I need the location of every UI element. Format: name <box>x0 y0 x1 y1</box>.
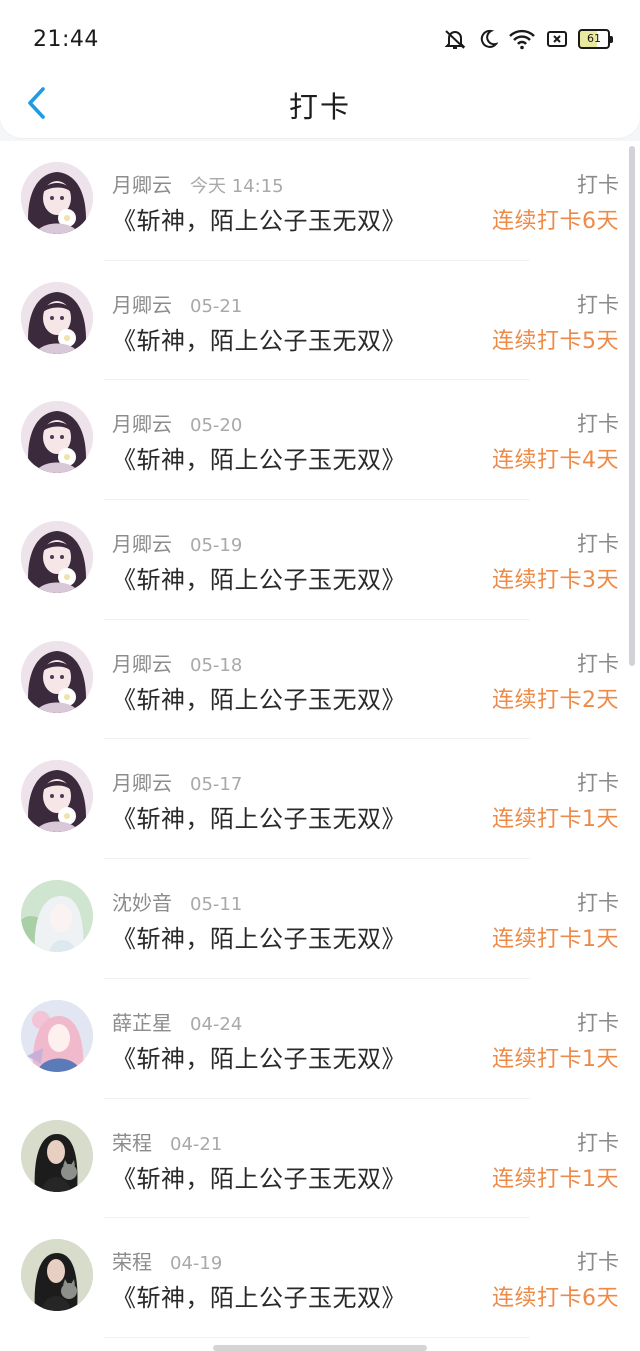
user-name[interactable]: 月卿云 <box>112 532 172 556</box>
checkin-action: 打卡 <box>577 532 619 557</box>
checkin-row[interactable]: 荣程 04-21 《斩神，陌上公子玉无双》 打卡 连续打卡1天 <box>0 1099 640 1219</box>
streak-label: 连续打卡1天 <box>492 1166 619 1192</box>
checkin-meta: 薛芷星 04-24 <box>112 1007 242 1036</box>
battery-icon: 61 <box>578 29 613 49</box>
avatar[interactable] <box>21 1239 93 1312</box>
status-icons: 61 <box>442 26 613 52</box>
home-indicator[interactable] <box>213 1345 427 1351</box>
moon-icon <box>478 28 498 50</box>
streak-label: 连续打卡2天 <box>492 687 619 713</box>
user-name[interactable]: 薛芷星 <box>112 1011 172 1035</box>
mute-icon <box>442 27 468 51</box>
streak-label: 连续打卡4天 <box>492 448 619 474</box>
checkin-date: 04-24 <box>190 1013 243 1035</box>
scrollbar[interactable] <box>629 146 635 666</box>
avatar[interactable] <box>21 281 93 354</box>
avatar[interactable] <box>21 760 93 833</box>
checkin-date: 05-20 <box>190 415 243 437</box>
checkin-meta: 月卿云 05-18 <box>112 648 242 677</box>
checkin-meta: 月卿云 今天 14:15 <box>112 169 284 198</box>
avatar[interactable] <box>21 1119 93 1192</box>
avatar[interactable] <box>21 999 93 1072</box>
checkin-date: 05-18 <box>190 654 243 676</box>
streak-label: 连续打卡1天 <box>492 1046 619 1072</box>
book-title[interactable]: 《斩神，陌上公子玉无双》 <box>112 919 406 954</box>
wifi-icon <box>508 28 536 50</box>
book-title[interactable]: 《斩神，陌上公子玉无双》 <box>112 321 406 356</box>
checkin-action: 打卡 <box>577 771 619 796</box>
sim-icon <box>546 29 568 49</box>
streak-label: 连续打卡6天 <box>492 209 619 234</box>
checkin-date: 04-19 <box>170 1253 223 1275</box>
checkin-row[interactable]: 月卿云 05-21 《斩神，陌上公子玉无双》 打卡 连续打卡5天 <box>0 261 640 381</box>
checkin-meta: 荣程 04-21 <box>112 1127 222 1156</box>
checkin-action: 打卡 <box>577 292 619 317</box>
status-time: 21:44 <box>33 27 99 52</box>
checkin-action: 打卡 <box>577 891 619 916</box>
user-name[interactable]: 月卿云 <box>112 173 172 197</box>
checkin-meta: 沈妙音 05-11 <box>112 887 242 916</box>
checkin-action: 打卡 <box>577 1010 619 1035</box>
checkin-row[interactable]: 月卿云 今天 14:15 《斩神，陌上公子玉无双》 打卡 连续打卡6天 <box>0 141 640 261</box>
avatar[interactable] <box>21 880 93 953</box>
page-title: 打卡 <box>288 90 351 124</box>
checkin-row[interactable]: 月卿云 05-20 《斩神，陌上公子玉无双》 打卡 连续打卡4天 <box>0 380 640 500</box>
streak-label: 连续打卡3天 <box>492 568 619 594</box>
checkin-action: 打卡 <box>577 1250 619 1275</box>
checkin-meta: 月卿云 05-17 <box>112 767 242 796</box>
checkin-row[interactable]: 月卿云 05-17 《斩神，陌上公子玉无双》 打卡 连续打卡1天 <box>0 739 640 859</box>
checkin-row[interactable]: 月卿云 05-18 《斩神，陌上公子玉无双》 打卡 连续打卡2天 <box>0 620 640 740</box>
streak-label: 连续打卡1天 <box>492 927 619 953</box>
checkin-action: 打卡 <box>577 651 619 676</box>
book-title[interactable]: 《斩神，陌上公子玉无双》 <box>112 799 406 834</box>
checkin-meta: 月卿云 05-19 <box>112 528 242 557</box>
checkin-action: 打卡 <box>577 173 619 197</box>
book-title[interactable]: 《斩神，陌上公子玉无双》 <box>112 680 406 715</box>
top-bar: 21:44 61 打卡 <box>0 0 640 138</box>
checkin-row[interactable]: 沈妙音 05-11 《斩神，陌上公子玉无双》 打卡 连续打卡1天 <box>0 859 640 979</box>
checkin-meta: 月卿云 05-20 <box>112 408 242 437</box>
checkin-row[interactable]: 薛芷星 04-24 《斩神，陌上公子玉无双》 打卡 连续打卡1天 <box>0 979 640 1099</box>
checkin-date: 05-17 <box>190 774 243 796</box>
avatar[interactable] <box>21 401 93 474</box>
book-title[interactable]: 《斩神，陌上公子玉无双》 <box>112 1159 406 1194</box>
checkin-row[interactable]: 月卿云 05-19 《斩神，陌上公子玉无双》 打卡 连续打卡3天 <box>0 500 640 620</box>
avatar[interactable] <box>21 640 93 713</box>
checkin-date: 今天 14:15 <box>190 176 284 197</box>
avatar[interactable] <box>21 162 93 234</box>
user-name[interactable]: 月卿云 <box>112 652 172 676</box>
book-title[interactable]: 《斩神，陌上公子玉无双》 <box>112 560 406 595</box>
book-title[interactable]: 《斩神，陌上公子玉无双》 <box>112 1278 406 1313</box>
checkin-action: 打卡 <box>577 1130 619 1155</box>
checkin-list: 月卿云 今天 14:15 《斩神，陌上公子玉无双》 打卡 连续打卡6天 月卿云 05… <box>0 141 640 1351</box>
user-name[interactable]: 月卿云 <box>112 771 172 795</box>
checkin-meta: 月卿云 05-21 <box>112 289 242 318</box>
checkin-action: 打卡 <box>577 412 619 437</box>
user-name[interactable]: 月卿云 <box>112 412 172 436</box>
avatar[interactable] <box>21 521 93 594</box>
book-title[interactable]: 《斩神，陌上公子玉无双》 <box>112 201 406 236</box>
checkin-date: 04-21 <box>170 1133 223 1155</box>
user-name[interactable]: 沈妙音 <box>112 891 172 915</box>
user-name[interactable]: 荣程 <box>112 1250 152 1274</box>
checkin-date: 05-19 <box>190 535 243 557</box>
checkin-date: 05-11 <box>190 894 243 916</box>
checkin-meta: 荣程 04-19 <box>112 1246 222 1275</box>
book-title[interactable]: 《斩神，陌上公子玉无双》 <box>112 440 406 475</box>
book-title[interactable]: 《斩神，陌上公子玉无双》 <box>112 1039 406 1074</box>
streak-label: 连续打卡5天 <box>492 328 619 354</box>
user-name[interactable]: 月卿云 <box>112 293 172 317</box>
user-name[interactable]: 荣程 <box>112 1131 152 1155</box>
streak-label: 连续打卡6天 <box>492 1286 619 1312</box>
streak-label: 连续打卡1天 <box>492 807 619 833</box>
checkin-date: 05-21 <box>190 295 243 317</box>
checkin-row[interactable]: 荣程 04-19 《斩神，陌上公子玉无双》 打卡 连续打卡6天 <box>0 1218 640 1338</box>
